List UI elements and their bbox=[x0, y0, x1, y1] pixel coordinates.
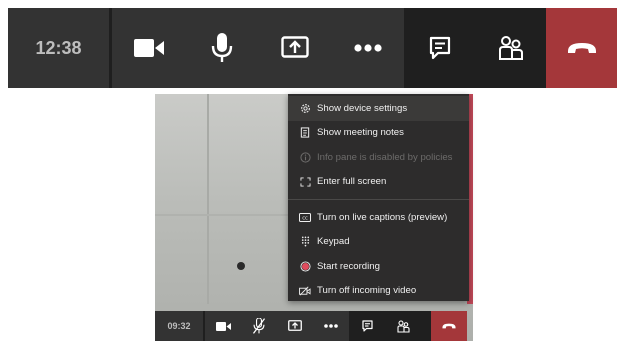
share-screen-icon bbox=[288, 320, 302, 331]
chat-icon bbox=[361, 320, 373, 332]
more-options-icon bbox=[353, 44, 382, 52]
video-spot bbox=[237, 262, 245, 270]
participants-button[interactable] bbox=[385, 311, 421, 341]
participants-button[interactable] bbox=[475, 8, 546, 88]
microphone-button[interactable] bbox=[241, 311, 277, 341]
camera-button[interactable] bbox=[205, 311, 241, 341]
hang-up-button[interactable] bbox=[431, 311, 467, 341]
side-controls bbox=[349, 311, 467, 341]
participants-icon bbox=[498, 36, 523, 60]
hang-up-button[interactable] bbox=[546, 8, 617, 88]
svg-text:cc: cc bbox=[302, 215, 308, 221]
media-controls bbox=[112, 8, 404, 88]
notes-icon bbox=[299, 127, 311, 139]
call-toolbar-small: 09:32 bbox=[155, 311, 467, 341]
media-controls bbox=[205, 311, 349, 341]
share-screen-button[interactable] bbox=[258, 8, 331, 88]
menu-item-label: Turn on live captions (preview) bbox=[317, 211, 448, 223]
more-options-icon bbox=[324, 324, 338, 328]
participants-icon bbox=[396, 319, 410, 333]
menu-item-label: Start recording bbox=[317, 260, 380, 272]
menu-divider bbox=[288, 199, 469, 200]
menu-item-turn-off-incoming-video[interactable]: Turn off incoming video bbox=[288, 279, 469, 304]
more-options-button[interactable] bbox=[313, 311, 349, 341]
menu-item-label: Turn off incoming video bbox=[317, 285, 417, 297]
chat-button[interactable] bbox=[349, 311, 385, 341]
hang-up-icon bbox=[567, 43, 596, 53]
fullscreen-icon bbox=[299, 176, 311, 188]
menu-item-show-meeting-notes[interactable]: Show meeting notes bbox=[288, 121, 469, 146]
call-duration: 12:38 bbox=[8, 8, 109, 88]
menu-item-label: Info pane is disabled by policies bbox=[317, 151, 453, 163]
side-controls bbox=[404, 8, 617, 88]
microphone-muted-icon bbox=[252, 318, 266, 334]
hang-up-icon bbox=[442, 323, 456, 329]
more-options-button[interactable] bbox=[331, 8, 404, 88]
share-screen-icon bbox=[280, 36, 309, 58]
menu-item-show-device-settings[interactable]: Show device settings bbox=[288, 96, 469, 121]
more-options-menu: Show device settings Show meeting notes … bbox=[288, 94, 469, 301]
camera-button[interactable] bbox=[112, 8, 185, 88]
menu-item-start-recording[interactable]: Start recording bbox=[288, 254, 469, 279]
microphone-icon bbox=[211, 33, 232, 62]
menu-item-label: Show meeting notes bbox=[317, 127, 404, 139]
chat-button[interactable] bbox=[404, 8, 475, 88]
call-duration: 09:32 bbox=[155, 311, 203, 341]
menu-item-keypad[interactable]: Keypad bbox=[288, 230, 469, 255]
menu-item-live-captions[interactable]: cc Turn on live captions (preview) bbox=[288, 205, 469, 230]
camera-icon bbox=[215, 321, 231, 331]
menu-item-label: Enter full screen bbox=[317, 176, 387, 188]
chat-icon bbox=[429, 36, 450, 60]
record-icon bbox=[299, 260, 311, 272]
keypad-icon bbox=[299, 236, 311, 248]
gear-icon bbox=[299, 102, 311, 114]
info-icon bbox=[299, 151, 311, 163]
menu-item-enter-full-screen[interactable]: Enter full screen bbox=[288, 170, 469, 195]
menu-item-label: Show device settings bbox=[317, 102, 408, 114]
call-toolbar-large: 12:38 bbox=[8, 8, 617, 88]
share-screen-button[interactable] bbox=[277, 311, 313, 341]
microphone-button[interactable] bbox=[185, 8, 258, 88]
video-off-icon bbox=[299, 285, 311, 297]
menu-item-label: Keypad bbox=[317, 236, 350, 248]
captions-icon: cc bbox=[299, 211, 311, 223]
tile-line bbox=[207, 94, 209, 304]
menu-item-info-pane-disabled: Info pane is disabled by policies bbox=[288, 145, 469, 170]
tile-line bbox=[155, 214, 295, 216]
camera-icon bbox=[133, 39, 164, 57]
